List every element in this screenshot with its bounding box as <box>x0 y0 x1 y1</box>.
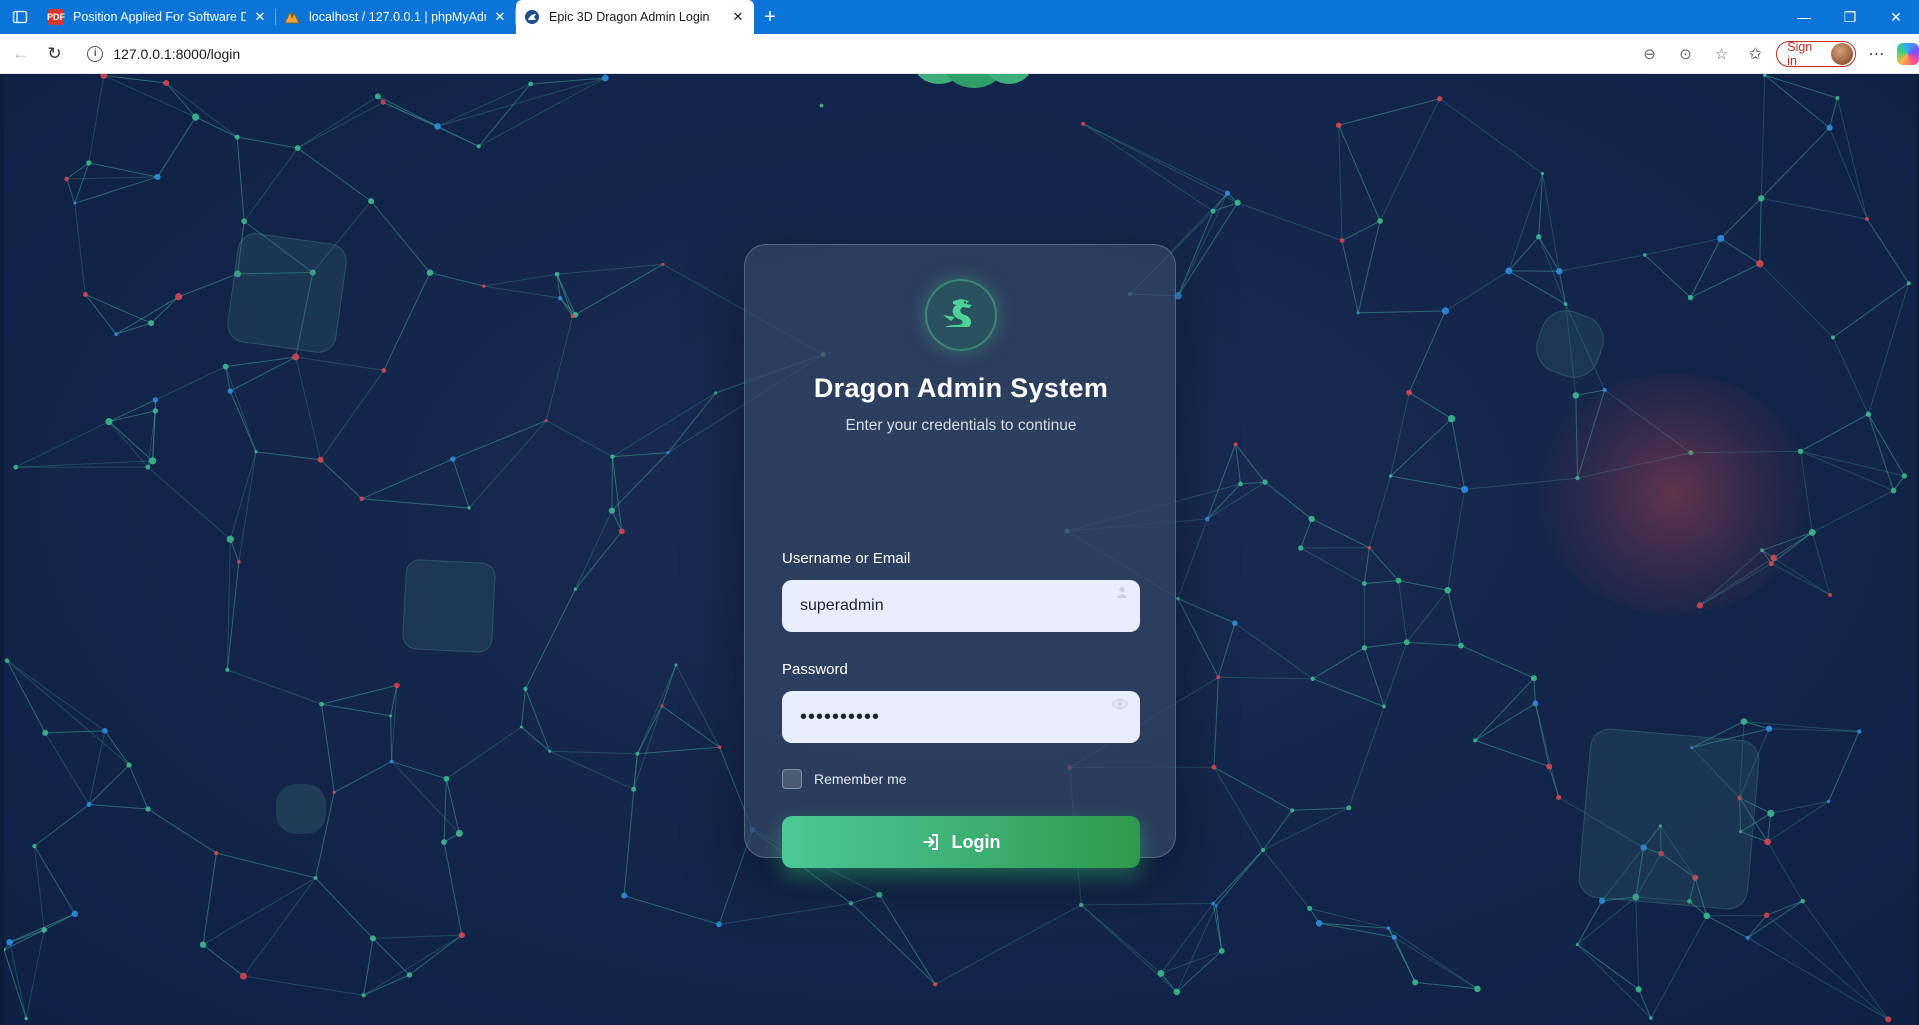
floating-square-decoration <box>401 558 497 654</box>
login-card: Dragon Admin System Enter your credentia… <box>744 244 1176 868</box>
close-tab-icon[interactable]: ✕ <box>730 9 746 25</box>
new-tab-button[interactable]: + <box>754 0 786 34</box>
username-label: Username or Email <box>782 550 911 567</box>
cloud-decoration <box>914 74 1034 89</box>
floating-hexagon-decoration <box>276 784 326 834</box>
pdf-icon: PDF <box>47 9 65 25</box>
eye-icon[interactable] <box>1112 697 1128 712</box>
dragon-logo <box>925 279 997 351</box>
window-controls: — ❐ ✕ <box>1781 0 1919 34</box>
minimize-button[interactable]: — <box>1781 0 1827 34</box>
remember-me[interactable]: Remember me <box>782 769 907 789</box>
sign-in-label: Sign in <box>1787 39 1813 68</box>
login-button-label: Login <box>951 831 1001 852</box>
tab-title: Epic 3D Dragon Admin Login <box>549 10 710 24</box>
tab-phpmyadmin[interactable]: localhost / 127.0.0.1 | phpMyAdm... ✕ <box>276 0 516 34</box>
tab-title: Position Applied For Software De... <box>73 10 246 24</box>
remember-me-checkbox[interactable] <box>782 769 802 789</box>
phpmyadmin-icon <box>284 9 300 25</box>
tab-bar: PDF Position Applied For Software De... … <box>0 0 1919 34</box>
refresh-button[interactable]: ↻ <box>38 38 72 70</box>
reading-mode-icon[interactable]: ⊙ <box>1675 45 1697 63</box>
remember-me-label[interactable]: Remember me <box>814 771 907 787</box>
favorites-icon[interactable]: ✩ <box>1745 44 1767 64</box>
floating-square-decoration <box>224 230 350 356</box>
password-value: •••••••••• <box>800 705 881 728</box>
restore-button[interactable]: ❐ <box>1827 0 1873 34</box>
login-button[interactable]: Login <box>782 816 1140 868</box>
more-menu-icon[interactable]: ⋯ <box>1866 44 1888 64</box>
user-icon <box>1116 586 1128 601</box>
page-viewport: Dragon Admin System Enter your credentia… <box>4 74 1916 1025</box>
url-text[interactable]: 127.0.0.1:8000/login <box>113 46 240 62</box>
page-subtitle: Enter your credentials to continue <box>845 417 1077 434</box>
tab-dragon-login[interactable]: Epic 3D Dragon Admin Login ✕ <box>516 0 754 34</box>
back-arrow-icon: ← <box>12 43 30 63</box>
refresh-icon: ↻ <box>47 43 62 63</box>
password-label: Password <box>782 661 848 678</box>
password-input[interactable]: •••••••••• <box>782 691 1140 743</box>
avatar <box>1830 42 1853 65</box>
url-field[interactable]: i 127.0.0.1:8000/login ⊖ ⊙ ☆ <box>77 39 1740 69</box>
site-info-icon[interactable]: i <box>87 45 104 62</box>
sign-in-button[interactable]: Sign in <box>1776 39 1856 68</box>
plus-icon: + <box>764 5 776 28</box>
copilot-icon[interactable] <box>1897 42 1919 65</box>
page-title: Dragon Admin System <box>813 373 1109 403</box>
close-window-button[interactable]: ✕ <box>1873 0 1919 34</box>
tab-pdf[interactable]: PDF Position Applied For Software De... … <box>40 0 276 34</box>
username-value: superadmin <box>800 597 884 614</box>
tab-actions-icon <box>12 10 28 24</box>
favorite-star-icon[interactable]: ☆ <box>1711 45 1733 63</box>
address-bar: ← ↻ i 127.0.0.1:8000/login ⊖ ⊙ ☆ ✩ Sign … <box>0 34 1919 74</box>
red-glow-decoration <box>1534 374 1814 614</box>
back-button[interactable]: ← <box>4 38 38 70</box>
dragon-icon <box>943 299 972 327</box>
tab-actions-button[interactable] <box>0 0 40 34</box>
close-tab-icon[interactable]: ✕ <box>492 9 508 25</box>
dragon-icon <box>524 9 540 25</box>
floating-square-decoration <box>1576 726 1762 912</box>
sign-in-icon <box>922 834 938 850</box>
zoom-out-icon[interactable]: ⊖ <box>1639 45 1661 63</box>
tab-title: localhost / 127.0.0.1 | phpMyAdm... <box>309 10 486 24</box>
username-input[interactable]: superadmin <box>782 580 1140 632</box>
close-tab-icon[interactable]: ✕ <box>252 9 268 25</box>
